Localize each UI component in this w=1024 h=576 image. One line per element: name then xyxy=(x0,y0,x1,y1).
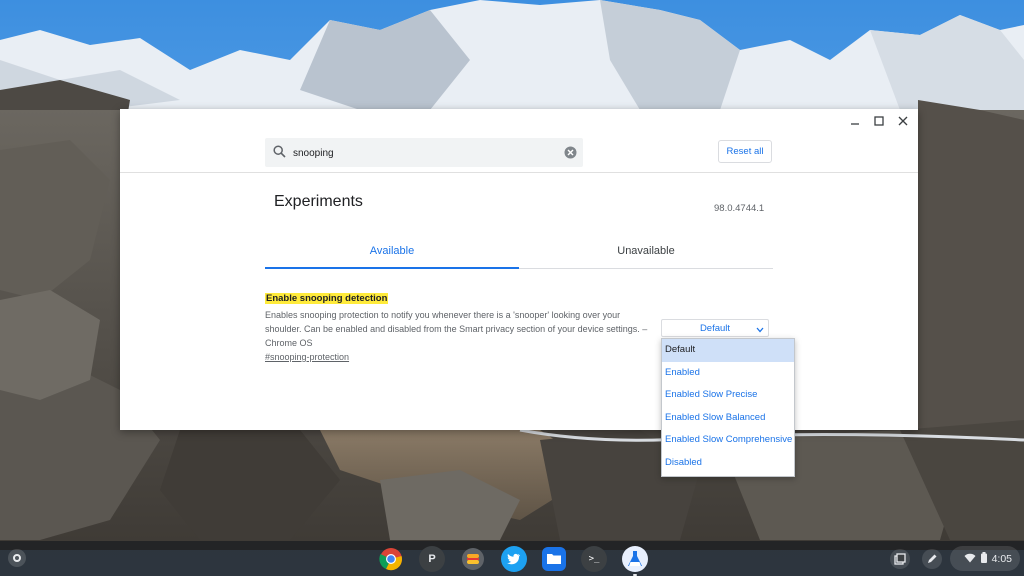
experiment-select[interactable]: Default xyxy=(661,319,769,337)
tab-available[interactable]: Available xyxy=(265,234,519,267)
search-icon xyxy=(273,145,286,163)
holding-space-icon[interactable] xyxy=(890,549,910,569)
option-enabled-slow-balanced[interactable]: Enabled Slow Balanced xyxy=(662,407,794,430)
clock: 4:05 xyxy=(991,552,1012,565)
plex-icon[interactable]: P xyxy=(419,546,445,572)
flags-header: Reset all xyxy=(120,109,918,173)
tray-tools xyxy=(890,549,942,569)
select-options-list: Default Enabled Enabled Slow Precise Ena… xyxy=(661,338,795,477)
shelf-apps: P >_ xyxy=(378,546,648,576)
files-icon[interactable] xyxy=(542,547,566,571)
wifi-icon xyxy=(964,550,976,568)
option-enabled[interactable]: Enabled xyxy=(662,362,794,385)
chrome-flags-window: Reset all Experiments 98.0.4744.1 Availa… xyxy=(120,109,918,430)
option-enabled-slow-precise[interactable]: Enabled Slow Precise xyxy=(662,384,794,407)
battery-icon xyxy=(980,550,987,568)
search-box[interactable] xyxy=(265,138,583,167)
search-input[interactable] xyxy=(291,144,545,163)
experiment-permalink[interactable]: #snooping-protection xyxy=(265,352,349,362)
shelf: P >_ 4:05 xyxy=(0,541,1024,576)
chevron-down-icon xyxy=(756,325,764,336)
terminal-icon[interactable]: >_ xyxy=(581,546,607,572)
experiment-description: Enables snooping protection to notify yo… xyxy=(265,310,648,348)
terminal-glyph: >_ xyxy=(588,554,600,564)
launcher-icon xyxy=(13,554,21,562)
tabs: Available Unavailable xyxy=(265,234,773,269)
stylus-icon[interactable] xyxy=(922,549,942,569)
reset-all-button[interactable]: Reset all xyxy=(718,140,772,163)
chrome-icon[interactable] xyxy=(378,546,404,572)
launcher-button[interactable] xyxy=(8,549,26,567)
clear-icon[interactable] xyxy=(564,146,577,164)
plex-letter: P xyxy=(428,553,436,565)
tab-unavailable[interactable]: Unavailable xyxy=(519,234,773,267)
option-enabled-slow-comprehensive[interactable]: Enabled Slow Comprehensive xyxy=(662,429,794,452)
option-default[interactable]: Default xyxy=(662,339,794,362)
experiment-name: Enable snooping detection xyxy=(265,293,389,304)
select-value: Default xyxy=(699,322,731,334)
flask-icon[interactable] xyxy=(622,546,648,576)
app-icon[interactable] xyxy=(460,546,486,572)
status-area[interactable]: 4:05 xyxy=(950,546,1020,571)
option-disabled[interactable]: Disabled xyxy=(662,452,794,475)
twitter-icon[interactable] xyxy=(501,546,527,572)
page-title: Experiments xyxy=(274,193,363,210)
active-tab-indicator xyxy=(265,267,519,269)
version-label: 98.0.4744.1 xyxy=(714,203,765,214)
